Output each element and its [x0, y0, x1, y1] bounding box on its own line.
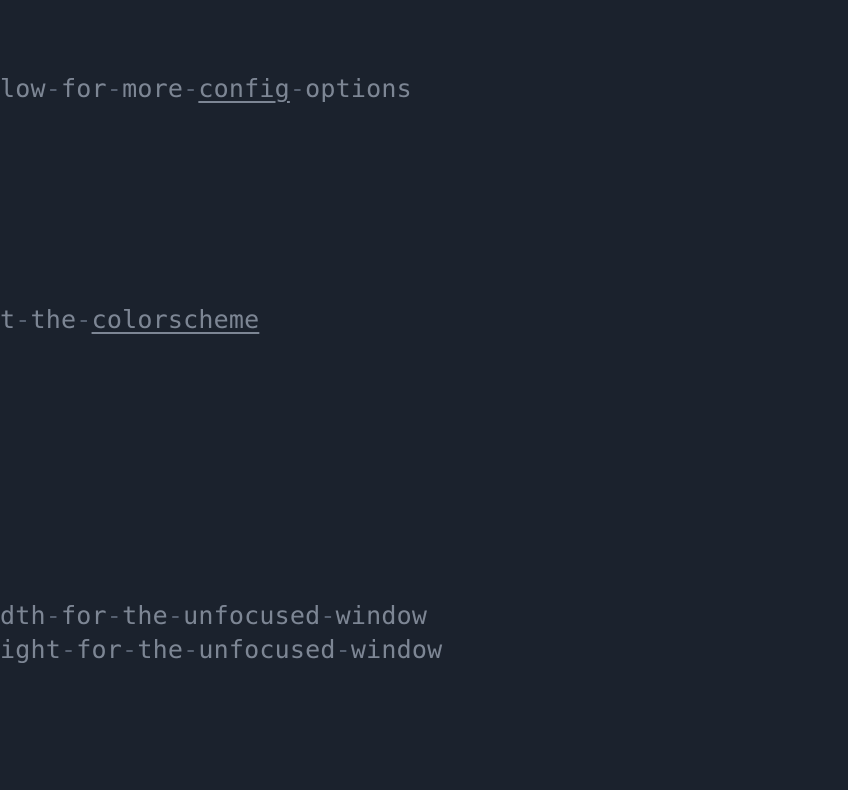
editor-line-4[interactable]: ight-for-the-unfocused-window — [0, 633, 442, 667]
word-text: low — [0, 74, 46, 103]
hyphen-separator: - — [122, 635, 138, 664]
word-text: window — [350, 635, 443, 664]
word-text: unfocused — [183, 601, 321, 630]
word-text: the — [122, 601, 168, 630]
link-text[interactable]: colorscheme — [92, 305, 260, 334]
hyphen-separator: - — [61, 635, 77, 664]
word-text: the — [30, 305, 77, 334]
word-text: for — [76, 635, 123, 664]
word-text: for — [61, 601, 107, 630]
hyphen-separator: - — [183, 74, 199, 103]
editor-pane[interactable]: low-for-more-config-options t-the-colors… — [0, 0, 848, 790]
hyphen-separator: - — [167, 601, 184, 630]
word-text: the — [137, 635, 184, 664]
hyphen-separator: - — [76, 305, 92, 334]
word-text: options — [305, 74, 412, 103]
word-text: more — [122, 74, 184, 103]
word-text: unfocused — [198, 635, 336, 664]
hyphen-separator: - — [320, 601, 336, 630]
link-text[interactable]: config — [198, 74, 290, 103]
hyphen-separator: - — [183, 635, 199, 664]
hyphen-separator: - — [106, 601, 123, 630]
word-text: dth — [0, 601, 46, 630]
hyphen-separator: - — [335, 635, 351, 664]
hyphen-separator: - — [45, 601, 62, 630]
hyphen-separator: - — [289, 74, 306, 103]
editor-line-2[interactable]: t-the-colorscheme — [0, 303, 259, 337]
hyphen-separator: - — [106, 74, 123, 103]
word-text: window — [335, 601, 428, 630]
hyphen-separator: - — [15, 305, 31, 334]
editor-line-1[interactable]: low-for-more-config-options — [0, 72, 412, 106]
editor-line-3[interactable]: dth-for-the-unfocused-window — [0, 599, 427, 633]
hyphen-separator: - — [45, 74, 62, 103]
word-text: t — [0, 305, 16, 334]
word-text: for — [61, 74, 107, 103]
word-text: ight — [0, 635, 62, 664]
